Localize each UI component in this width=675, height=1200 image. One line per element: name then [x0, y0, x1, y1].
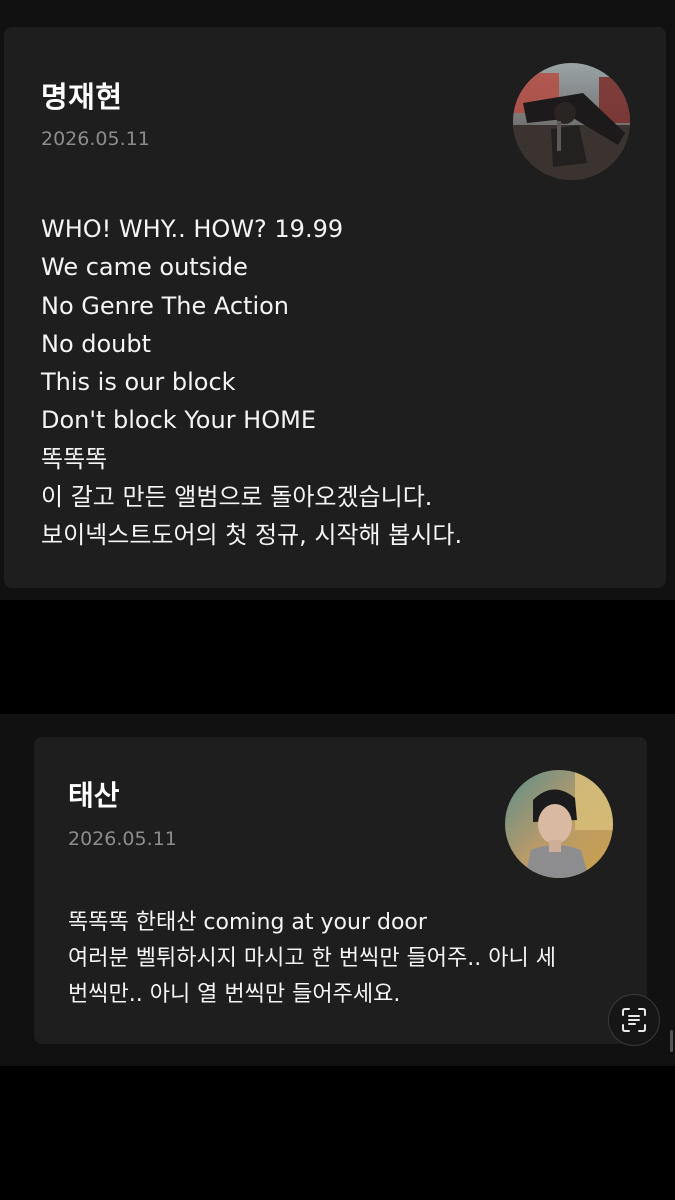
scrollbar[interactable]: [670, 1030, 673, 1052]
post-date: 2026.05.11: [68, 828, 177, 850]
message-line: 보이넥스트도어의 첫 정규, 시작해 봅시다.: [41, 521, 463, 550]
post-card[interactable]: 명재현 2026.05.11 WHO! WHY.. HOW? 19.99 We …: [4, 27, 666, 588]
text-scan-button[interactable]: [608, 994, 660, 1046]
message-line: 여러분 벨튀하시지 마시고 한 번씩만 들어주.. 아니 세: [68, 946, 556, 971]
message-line: We came outside: [41, 253, 248, 282]
message-line: This is our block: [41, 368, 236, 397]
post-panel: 태산 2026.05.11 똑똑똑 한태산 coming at your doo…: [0, 714, 675, 1066]
message-line: No Genre The Action: [41, 291, 290, 320]
post-message: WHO! WHY.. HOW? 19.99 We came outside No…: [41, 210, 641, 555]
message-line: 똑똑똑: [41, 444, 108, 473]
avatar[interactable]: [513, 63, 630, 180]
message-line: 똑똑똑 한태산 coming at your door: [68, 910, 427, 935]
post-date: 2026.05.11: [41, 128, 150, 150]
post-panel: 명재현 2026.05.11 WHO! WHY.. HOW? 19.99 We …: [0, 0, 675, 600]
post-author: 명재현: [41, 80, 123, 114]
message-line: Don't block Your HOME: [41, 406, 316, 435]
post-author: 태산: [68, 779, 120, 812]
avatar[interactable]: [505, 770, 613, 878]
message-line: WHO! WHY.. HOW? 19.99: [41, 215, 344, 243]
avatar-photo: [513, 63, 630, 180]
message-line: 이 갈고 만든 앨범으로 돌아오겠습니다.: [41, 483, 433, 512]
avatar-photo: [505, 770, 613, 878]
post-message: 똑똑똑 한태산 coming at your door 여러분 벨튀하시지 마시…: [68, 905, 628, 1013]
screen: 명재현 2026.05.11 WHO! WHY.. HOW? 19.99 We …: [0, 0, 675, 1200]
message-line: No doubt: [41, 329, 152, 358]
text-scan-icon: [622, 1008, 646, 1032]
message-line: 번씩만.. 아니 열 번씩만 들어주세요.: [68, 982, 401, 1007]
post-card[interactable]: 태산 2026.05.11 똑똑똑 한태산 coming at your doo…: [34, 737, 647, 1044]
